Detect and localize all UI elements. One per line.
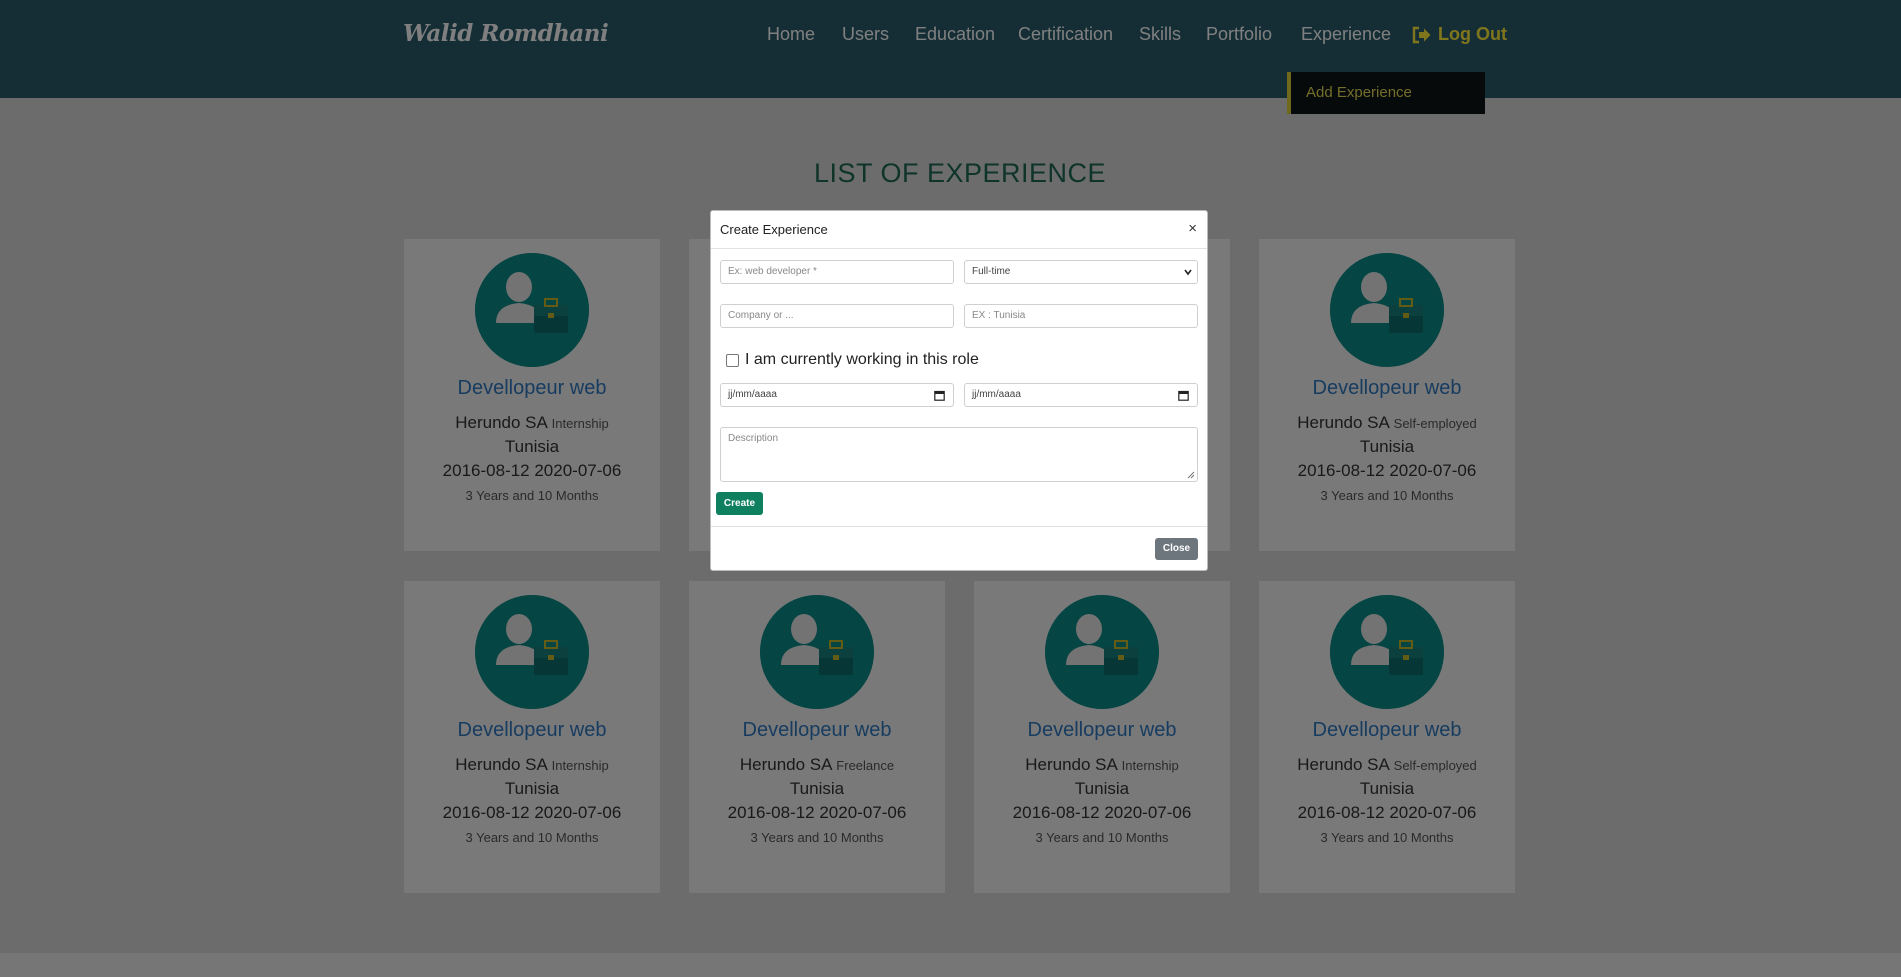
current-role-label: I am currently working in this role: [745, 351, 979, 368]
modal-title: Create Experience: [720, 222, 828, 237]
end-date-input[interactable]: jj/mm/aaaa: [964, 383, 1198, 407]
employment-type-select[interactable]: Full-time: [964, 260, 1198, 284]
description-textarea[interactable]: Description: [720, 427, 1198, 482]
employment-type-value: Full-time: [972, 266, 1011, 277]
create-experience-modal: Create Experience × Ex: web developer * …: [710, 210, 1208, 571]
description-placeholder: Description: [728, 433, 779, 444]
company-input[interactable]: Company or ...: [720, 304, 954, 328]
create-button[interactable]: Create: [716, 492, 763, 515]
modal-footer-divider: [711, 526, 1207, 527]
calendar-icon[interactable]: [934, 390, 945, 401]
close-button[interactable]: Close: [1155, 538, 1198, 560]
modal-header: Create Experience ×: [711, 211, 1207, 249]
current-role-row: I am currently working in this role: [726, 351, 979, 369]
end-date-placeholder: jj/mm/aaaa: [972, 389, 1021, 400]
resize-handle-icon[interactable]: [1187, 471, 1195, 479]
start-date-input[interactable]: jj/mm/aaaa: [720, 383, 954, 407]
current-role-checkbox[interactable]: [726, 353, 739, 367]
location-input[interactable]: EX : Tunisia: [964, 304, 1198, 328]
close-icon[interactable]: ×: [1188, 220, 1197, 237]
title-input[interactable]: Ex: web developer *: [720, 260, 954, 284]
calendar-icon[interactable]: [1178, 390, 1189, 401]
chevron-down-icon: [1184, 269, 1192, 276]
start-date-placeholder: jj/mm/aaaa: [728, 389, 777, 400]
